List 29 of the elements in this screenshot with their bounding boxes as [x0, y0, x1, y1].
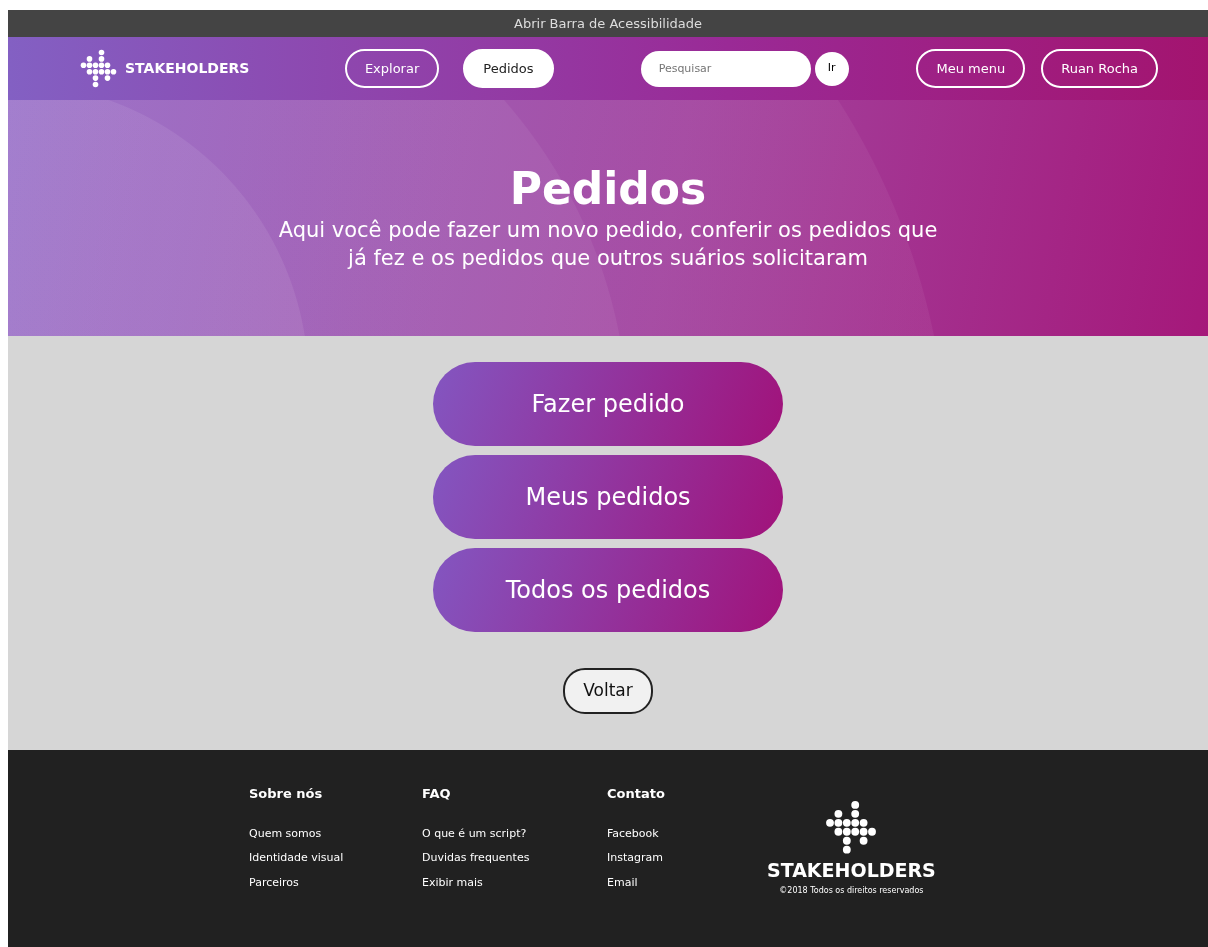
footer-link[interactable]: Parceiros — [249, 874, 422, 892]
footer-link[interactable]: Duvidas frequentes — [422, 850, 607, 867]
menu-button[interactable]: Ruan Rocha — [1041, 49, 1158, 88]
footer-link[interactable]: Exibir mais — [422, 874, 607, 892]
nav-tab[interactable]: Pedidos — [463, 49, 554, 88]
footer-link[interactable]: Email — [607, 874, 767, 892]
footer-link[interactable]: Facebook — [607, 825, 767, 843]
action-button[interactable]: Todos os pedidos — [433, 548, 783, 632]
footer-link[interactable]: O que é um script? — [422, 825, 607, 843]
footer-heading: Sobre nós — [249, 786, 324, 802]
footer-brand: STAKEHOLDERS — [767, 858, 936, 883]
footer-heading: FAQ — [422, 786, 452, 802]
footer-heading: Contato — [607, 786, 666, 802]
search-button[interactable]: Ir — [814, 51, 849, 86]
copyright-text: ©2018 Todos os direitos reservados — [779, 884, 924, 897]
nav-tab[interactable]: Explorar — [344, 49, 440, 88]
footer-link[interactable]: Quem somos — [249, 825, 422, 843]
footer-link[interactable]: Instagram — [607, 850, 767, 867]
brand-name[interactable]: STAKEHOLDERS — [125, 58, 250, 79]
action-button[interactable]: Fazer pedido — [433, 362, 783, 446]
footer-link[interactable]: Identidade visual — [249, 850, 422, 867]
page-subtitle: Aqui você pode fazer um novo pedido, conferir os pedidos que já fez e os pedidos que outros suários solicitaram — [278, 217, 938, 273]
accessibility-bar-link[interactable]: Abrir Barra de Acessibilidade — [514, 13, 702, 34]
action-button[interactable]: Meus pedidos — [433, 455, 783, 539]
page-title: Pedidos — [509, 163, 707, 217]
search-field[interactable]: Pesquisar — [640, 50, 811, 87]
menu-button[interactable]: Meu menu — [916, 49, 1026, 88]
back-button[interactable]: Voltar — [563, 668, 653, 714]
logo-icon — [80, 48, 117, 89]
